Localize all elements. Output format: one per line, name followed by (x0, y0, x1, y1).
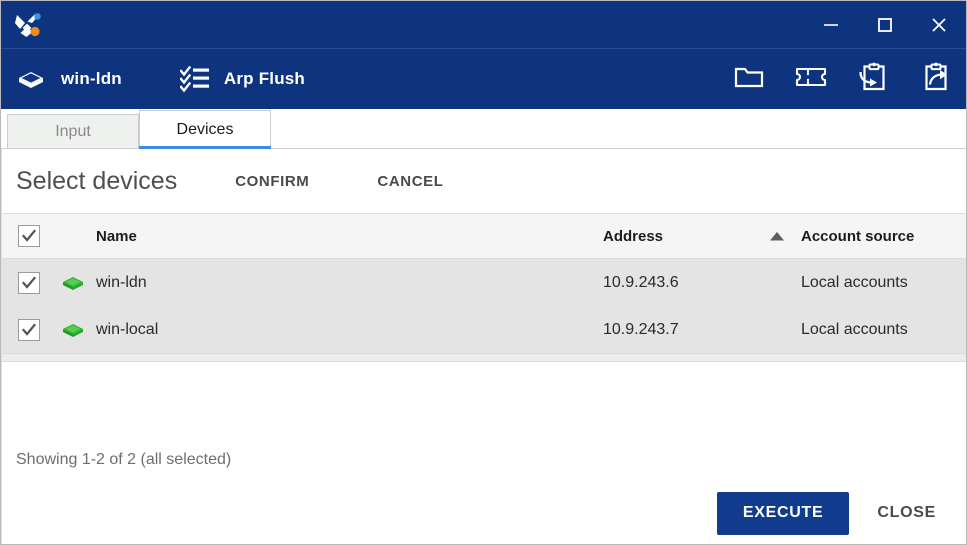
row-address: 10.9.243.7 (603, 321, 753, 339)
device-green-icon (50, 321, 96, 339)
column-header-name[interactable]: Name (50, 228, 603, 245)
dialog-footer: EXECUTE CLOSE (2, 482, 966, 544)
confirm-button[interactable]: CONFIRM (235, 173, 309, 190)
toolbar-task-label: Arp Flush (224, 69, 305, 89)
maximize-icon[interactable] (858, 1, 912, 48)
row-account-source: Local accounts (801, 274, 966, 292)
tab-bar: Input Devices (1, 109, 966, 149)
row-account-source: Local accounts (801, 321, 966, 339)
row-device-name: win-local (96, 321, 603, 339)
table-footer-strip (2, 353, 966, 362)
close-button[interactable]: CLOSE (863, 492, 950, 535)
devices-table: Name Address Account source (2, 213, 966, 482)
tab-input-label: Input (55, 123, 91, 141)
clipboard-import-icon (858, 62, 888, 97)
x-logo-icon (9, 8, 49, 42)
checkbox-checked-icon (18, 319, 40, 341)
toolbar-task-context[interactable]: Arp Flush (180, 49, 305, 109)
table-header-row: Name Address Account source (2, 213, 966, 259)
row-address: 10.9.243.6 (603, 274, 753, 292)
tab-devices-label: Devices (177, 121, 234, 139)
ticket-button[interactable] (780, 49, 842, 109)
minimize-icon[interactable] (804, 1, 858, 48)
device-green-icon (50, 274, 96, 292)
server-box-icon (15, 67, 47, 91)
ticket-icon (795, 65, 827, 94)
checkbox-checked-icon (18, 225, 40, 247)
column-header-account-source[interactable]: Account source (801, 228, 966, 245)
execute-button[interactable]: EXECUTE (717, 492, 849, 535)
page-title: Select devices (16, 167, 177, 196)
table-row[interactable]: win-ldn 10.9.243.6 Local accounts (2, 259, 966, 306)
tab-input[interactable]: Input (7, 114, 139, 148)
select-all-checkbox[interactable] (2, 225, 50, 247)
checklist-icon (180, 65, 210, 93)
content-area: Select devices CONFIRM CANCEL Name Addre… (1, 149, 966, 544)
panel-header: Select devices CONFIRM CANCEL (2, 149, 966, 213)
row-checkbox[interactable] (2, 319, 50, 341)
clipboard-import-button[interactable] (842, 49, 904, 109)
column-header-address[interactable]: Address (603, 228, 753, 245)
row-device-name: win-ldn (96, 274, 603, 292)
clipboard-export-icon (920, 62, 950, 97)
sort-ascending-icon[interactable] (753, 231, 801, 242)
toolbar-actions (718, 49, 966, 109)
toolbar-device-context[interactable]: win-ldn (15, 49, 122, 109)
folder-icon (734, 64, 764, 95)
showing-status: Showing 1-2 of 2 (all selected) (2, 438, 966, 482)
title-bar (1, 1, 966, 48)
toolbar-device-label: win-ldn (61, 69, 122, 89)
cancel-button[interactable]: CANCEL (377, 173, 443, 190)
close-icon[interactable] (912, 1, 966, 48)
table-empty-space (2, 362, 966, 438)
open-folder-button[interactable] (718, 49, 780, 109)
row-checkbox[interactable] (2, 272, 50, 294)
checkbox-checked-icon (18, 272, 40, 294)
window-controls (804, 1, 966, 48)
toolbar: win-ldn Arp Flush (1, 48, 966, 109)
table-row[interactable]: win-local 10.9.243.7 Local accounts (2, 306, 966, 353)
tab-devices[interactable]: Devices (139, 110, 271, 148)
clipboard-export-button[interactable] (904, 49, 966, 109)
application-window: win-ldn Arp Flush (0, 0, 967, 545)
